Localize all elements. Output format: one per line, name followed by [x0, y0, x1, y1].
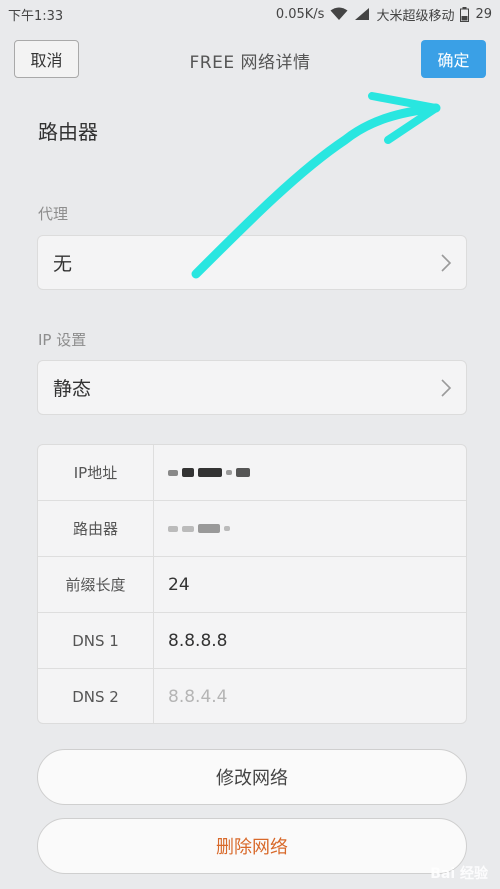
carrier-name: 大米超级移动 [376, 8, 455, 24]
modify-network-button[interactable]: 修改网络 [37, 749, 467, 805]
status-time: 下午1:33 [8, 8, 64, 24]
status-indicators: 0.05K/s 大米超级移动 29 [276, 5, 492, 24]
router-label: 路由器 [38, 501, 154, 556]
watermark-logo: Bai 经验 [430, 866, 488, 882]
proxy-label: 代理 [38, 205, 69, 223]
dns2-label: DNS 2 [38, 669, 154, 723]
dns1-label: DNS 1 [38, 613, 154, 668]
router-heading: 路由器 [38, 120, 98, 144]
router-field[interactable] [154, 501, 466, 556]
confirm-button[interactable]: 确定 [421, 40, 486, 78]
status-bar: 下午1:33 0.05K/s 大米超级移动 29 [0, 0, 500, 28]
chevron-right-icon [441, 378, 452, 397]
ip-settings-value: 静态 [53, 378, 92, 400]
redacted-value [168, 468, 250, 477]
proxy-value: 无 [53, 253, 73, 275]
prefix-length-label: 前缀长度 [38, 557, 154, 612]
ip-address-label: IP地址 [38, 445, 154, 500]
proxy-select[interactable]: 无 [37, 235, 467, 290]
battery-level: 29 [475, 6, 492, 22]
chevron-right-icon [441, 253, 452, 272]
dns1-field[interactable]: 8.8.8.8 [154, 613, 466, 668]
table-row: 路由器 [38, 501, 466, 557]
redacted-value [168, 524, 230, 533]
dns2-field[interactable]: 8.8.4.4 [154, 669, 466, 723]
network-speed: 0.05K/s [275, 6, 325, 22]
ip-settings-select[interactable]: 静态 [37, 360, 467, 415]
wifi-icon [330, 7, 348, 20]
ip-settings-label: IP 设置 [38, 331, 87, 349]
table-row: IP地址 [38, 445, 466, 501]
table-row: DNS 1 8.8.8.8 [38, 613, 466, 669]
battery-icon [460, 6, 470, 22]
ip-address-field[interactable] [154, 445, 466, 500]
ip-config-table: IP地址 路由器 前缀长度 24 DNS 1 8.8.8.8 DNS 2 8.8… [37, 444, 467, 724]
signal-icon [355, 8, 370, 20]
table-row: DNS 2 8.8.4.4 [38, 669, 466, 723]
table-row: 前缀长度 24 [38, 557, 466, 613]
header: 取消 FREE 网络详情 确定 [0, 40, 500, 80]
delete-network-button[interactable]: 删除网络 [37, 818, 467, 874]
prefix-length-field[interactable]: 24 [154, 557, 466, 612]
